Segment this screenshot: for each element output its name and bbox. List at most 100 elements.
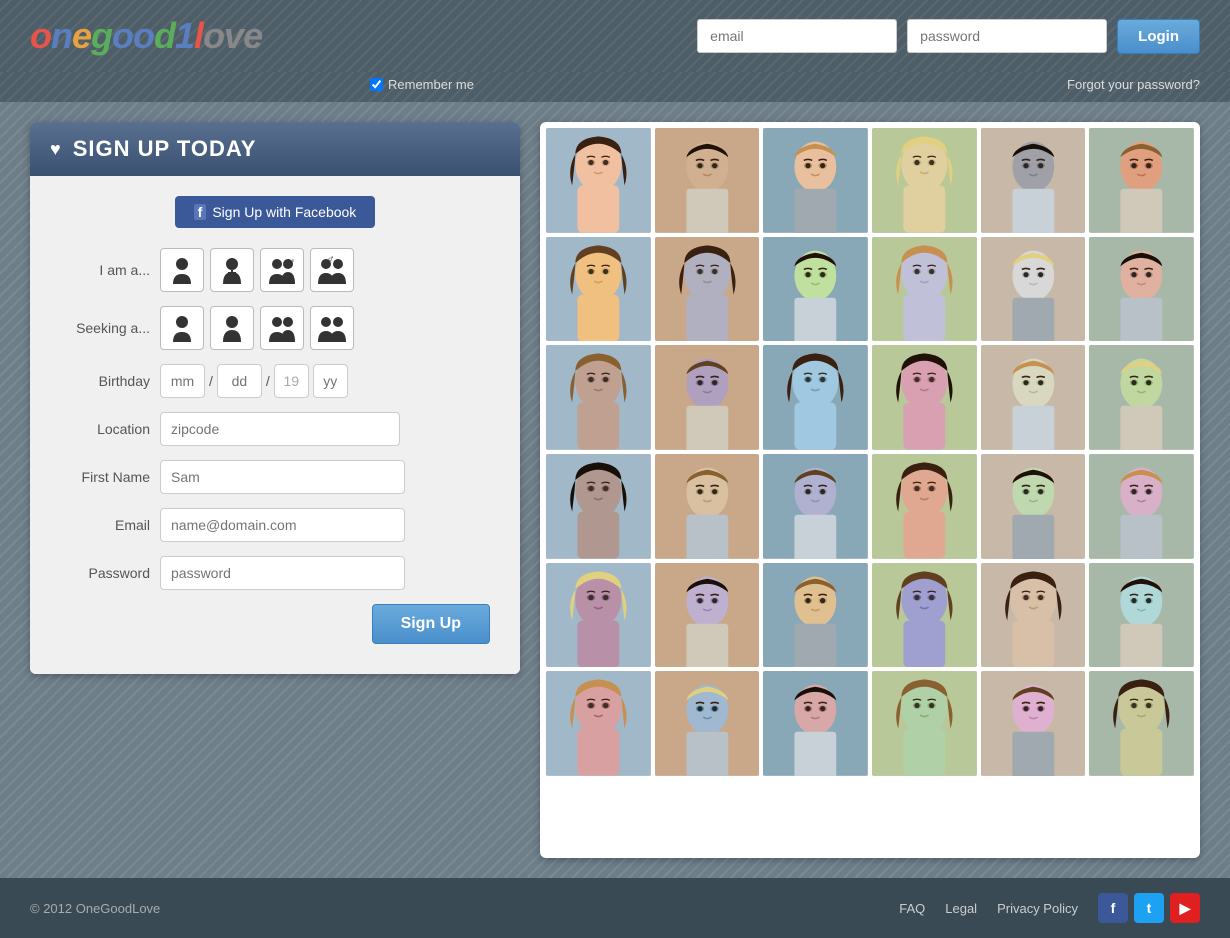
logo-l: l: [194, 15, 203, 56]
photo-cell: [872, 454, 977, 559]
login-button[interactable]: Login: [1117, 19, 1200, 54]
seeking-woman-icon: [221, 314, 243, 342]
seeking-label: Seeking a...: [60, 320, 150, 336]
twitter-social-icon[interactable]: t: [1134, 893, 1164, 923]
photo-cell: [655, 454, 760, 559]
photo-grid-panel: [540, 122, 1200, 858]
seeking-mw-icon: [268, 314, 296, 342]
logo-ood: oo: [112, 15, 154, 56]
photo-cell: [655, 128, 760, 233]
svg-text:⚥: ⚥: [328, 256, 334, 264]
logo: onegood1love: [30, 15, 262, 57]
header-email-input[interactable]: [697, 19, 897, 53]
firstname-row: First Name: [60, 460, 490, 494]
iam-manwoman-button[interactable]: ♂♀: [260, 248, 304, 292]
seeking-woman-button[interactable]: [210, 306, 254, 350]
photo-cell: [981, 454, 1086, 559]
birthday-yy-input[interactable]: [313, 364, 348, 398]
facebook-signup-button[interactable]: f Sign Up with Facebook: [175, 196, 375, 228]
footer-links: FAQ Legal Privacy Policy f t ▶: [899, 893, 1200, 923]
photo-cell: [546, 345, 651, 450]
couple-icon: ⚥: [316, 256, 348, 284]
photo-cell: [763, 671, 868, 776]
location-row: Location: [60, 412, 490, 446]
photo-cell: [1089, 563, 1194, 668]
seeking-gender-icons: [160, 306, 354, 350]
birthday-inputs: / /: [160, 364, 348, 398]
header-password-input[interactable]: [907, 19, 1107, 53]
birthday-mm-input[interactable]: [160, 364, 205, 398]
logo-n: n: [51, 15, 72, 56]
photo-cell: [872, 237, 977, 342]
birthday-century-input[interactable]: [274, 364, 309, 398]
facebook-social-icon[interactable]: f: [1098, 893, 1128, 923]
footer: © 2012 OneGoodLove FAQ Legal Privacy Pol…: [0, 878, 1230, 938]
photo-cell: [763, 563, 868, 668]
logo-e: e: [72, 15, 91, 56]
youtube-social-icon[interactable]: ▶: [1170, 893, 1200, 923]
bday-sep-1: /: [209, 373, 213, 389]
firstname-input[interactable]: [160, 460, 405, 494]
footer-copyright: © 2012 OneGoodLove: [30, 901, 160, 916]
photo-cell: [872, 671, 977, 776]
photo-cell: [1089, 671, 1194, 776]
email-row: Email: [60, 508, 490, 542]
photo-cell: [655, 563, 760, 668]
photo-cell: [763, 454, 868, 559]
main-content: ♥ SIGN UP TODAY f Sign Up with Facebook …: [0, 102, 1230, 878]
firstname-label: First Name: [60, 469, 150, 485]
photo-cell: [1089, 345, 1194, 450]
password-label: Password: [60, 565, 150, 581]
facebook-btn-label: Sign Up with Facebook: [212, 204, 356, 220]
photo-cell: [763, 128, 868, 233]
iam-woman-button[interactable]: [210, 248, 254, 292]
remember-me-checkbox[interactable]: [370, 78, 383, 91]
photo-cell: [546, 454, 651, 559]
faq-link[interactable]: FAQ: [899, 901, 925, 916]
forgot-password-link[interactable]: Forgot your password?: [1007, 77, 1200, 92]
photo-cell: [1089, 454, 1194, 559]
seeking-row: Seeking a...: [60, 306, 490, 350]
signup-button[interactable]: Sign Up: [372, 604, 490, 644]
seeking-manwoman-button[interactable]: [260, 306, 304, 350]
birthday-row: Birthday / /: [60, 364, 490, 398]
bday-sep-2: /: [266, 373, 270, 389]
location-input[interactable]: [160, 412, 400, 446]
man-icon: [171, 256, 193, 284]
signup-panel: ♥ SIGN UP TODAY f Sign Up with Facebook …: [30, 122, 520, 674]
facebook-icon: f: [194, 204, 207, 220]
header-sub: Remember me Forgot your password?: [0, 72, 1230, 102]
email-label: Email: [60, 517, 150, 533]
signup-title: SIGN UP TODAY: [73, 136, 257, 162]
birthday-label: Birthday: [60, 373, 150, 389]
seeking-couple-button[interactable]: [310, 306, 354, 350]
birthday-dd-input[interactable]: [217, 364, 262, 398]
photo-cell: [655, 345, 760, 450]
remember-me-label: Remember me: [388, 77, 474, 92]
iam-label: I am a...: [60, 262, 150, 278]
iam-couple-button[interactable]: ⚥: [310, 248, 354, 292]
photo-cell: [872, 563, 977, 668]
signup-body: f Sign Up with Facebook I am a...: [30, 176, 520, 674]
iam-man-button[interactable]: [160, 248, 204, 292]
iam-row: I am a...: [60, 248, 490, 292]
legal-link[interactable]: Legal: [945, 901, 977, 916]
signup-header: ♥ SIGN UP TODAY: [30, 122, 520, 176]
password-input[interactable]: [160, 556, 405, 590]
seeking-man-icon: [171, 314, 193, 342]
email-input[interactable]: [160, 508, 405, 542]
iam-gender-icons: ♂♀ ⚥: [160, 248, 354, 292]
password-row: Password: [60, 556, 490, 590]
seeking-man-button[interactable]: [160, 306, 204, 350]
photo-cell: [763, 237, 868, 342]
photo-cell: [981, 671, 1086, 776]
photo-cell: [872, 128, 977, 233]
heart-icon: ♥: [50, 139, 61, 160]
photo-cell: [981, 345, 1086, 450]
privacy-link[interactable]: Privacy Policy: [997, 901, 1078, 916]
location-label: Location: [60, 421, 150, 437]
header: onegood1love Login: [0, 0, 1230, 72]
logo-g: g: [91, 15, 112, 56]
photo-grid: [546, 128, 1194, 776]
social-icons: f t ▶: [1098, 893, 1200, 923]
